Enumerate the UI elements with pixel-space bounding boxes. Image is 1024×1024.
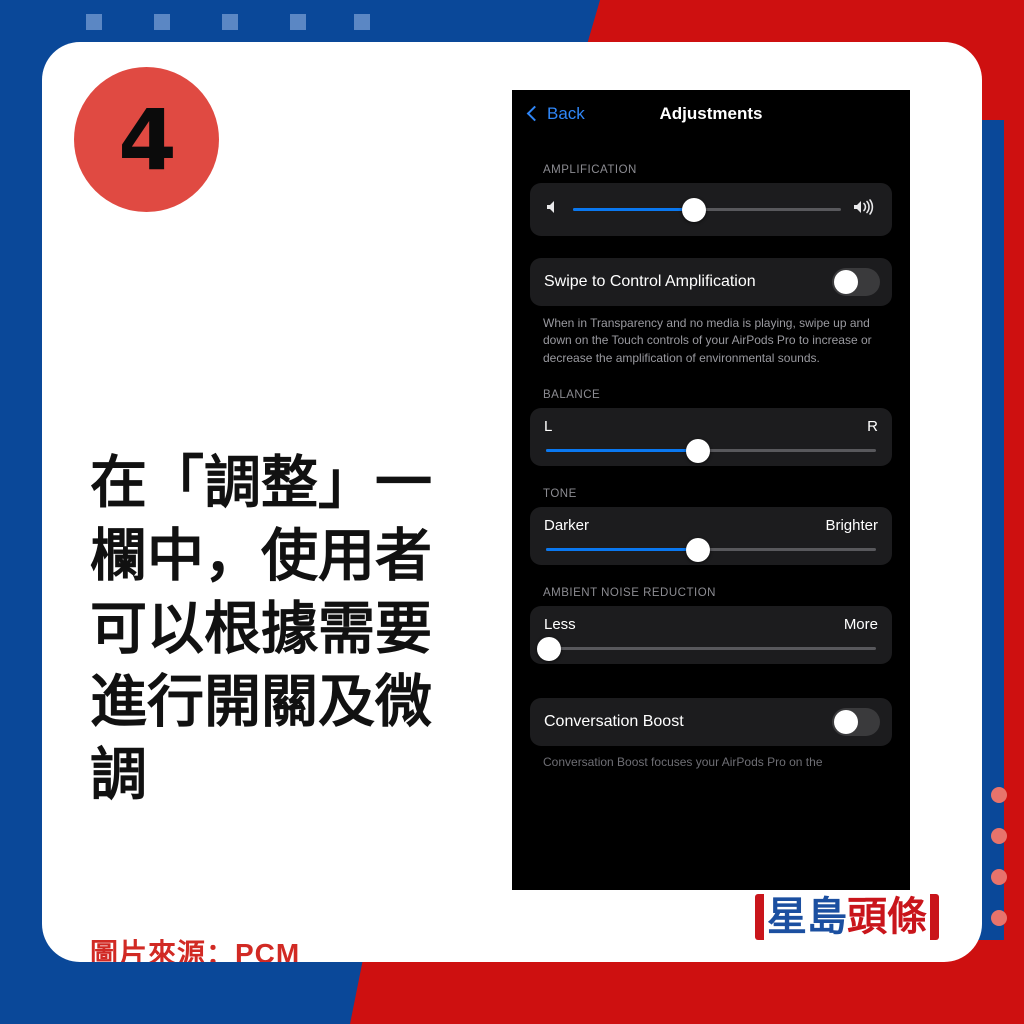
toggle-knob	[834, 270, 858, 294]
caption-text: 在「調整」一欄中，使用者可以根據需要進行開關及微調	[90, 450, 432, 808]
edge-decor-dot-2	[991, 828, 1007, 844]
content-card: 4 在「調整」一欄中，使用者可以根據需要進行開關及微調 圖片來源：PCM 星島 …	[42, 42, 982, 962]
amplification-slider-track[interactable]	[573, 197, 841, 222]
balance-slider-fill	[546, 449, 698, 453]
swipe-amplification-row[interactable]: Swipe to Control Amplification	[530, 258, 892, 306]
tone-slider-track[interactable]	[546, 537, 876, 562]
tone-endpoint-labels: Darker Brighter	[544, 517, 878, 534]
ambient-noise-panel: Less More	[530, 606, 892, 665]
amplification-panel	[530, 183, 892, 236]
edge-decor-dot-3	[991, 869, 1007, 885]
top-decor-square-4	[290, 14, 306, 30]
toggle-knob	[834, 710, 858, 735]
section-label-balance: BALANCE	[543, 389, 601, 402]
swipe-amplification-panel: Swipe to Control Amplification	[530, 258, 892, 306]
edge-decor-dot-4	[991, 910, 1007, 926]
phone-screen-content: Back Adjustments AMPLIFICATION Swipe to …	[512, 90, 910, 769]
speaker-low-icon	[544, 199, 562, 220]
ambient-right-label: More	[843, 616, 878, 634]
top-decor-strip	[0, 0, 604, 46]
logo-inner: 星島 頭條	[764, 895, 930, 939]
conversation-boost-panel: Conversation Boost	[530, 698, 892, 747]
step-number-label: 4	[118, 90, 176, 189]
amplification-slider-knob[interactable]	[681, 197, 706, 222]
balance-panel: L R	[530, 408, 892, 467]
tone-left-label: Darker	[544, 517, 590, 535]
tone-right-label: Brighter	[825, 517, 878, 535]
balance-slider-knob[interactable]	[685, 438, 710, 463]
balance-right-label: R	[867, 418, 878, 436]
top-decor-square-3	[222, 14, 238, 30]
edge-decor-dot-1	[991, 787, 1007, 803]
swipe-amplification-description: When in Transparency and no media is pla…	[543, 316, 872, 365]
section-label-tone: TONE	[543, 488, 577, 501]
logo-text-headline: 頭條	[847, 894, 927, 940]
navigation-bar: Back Adjustments	[512, 90, 910, 142]
speaker-high-icon	[852, 199, 878, 220]
conversation-boost-row[interactable]: Conversation Boost	[530, 698, 892, 746]
top-decor-square-1	[86, 14, 102, 30]
ambient-slider-track[interactable]	[537, 636, 876, 661]
section-label-amplification: AMPLIFICATION	[543, 164, 637, 176]
logo-bracket-right	[930, 894, 939, 940]
ambient-left-label: Less	[544, 616, 576, 634]
logo-bracket-left	[755, 894, 764, 940]
step-number-badge: 4	[74, 67, 219, 212]
conversation-boost-label: Conversation Boost	[544, 713, 684, 731]
swipe-amplification-label: Swipe to Control Amplification	[544, 273, 756, 290]
ambient-slider-knob[interactable]	[537, 636, 562, 661]
ambient-endpoint-labels: Less More	[544, 616, 878, 633]
top-decor-square-2	[154, 14, 170, 30]
page-title: Adjustments	[659, 104, 763, 123]
amplification-slider-fill	[573, 208, 694, 211]
balance-slider-track[interactable]	[546, 438, 876, 463]
amplification-slider-row[interactable]	[530, 183, 892, 236]
section-label-ambient-noise-reduction: AMBIENT NOISE REDUCTION	[543, 587, 716, 600]
tone-slider-knob[interactable]	[685, 537, 710, 562]
top-decor-square-5	[354, 14, 370, 30]
tone-slider-fill	[546, 548, 698, 552]
conversation-boost-toggle[interactable]	[832, 708, 880, 737]
phone-screenshot: Back Adjustments AMPLIFICATION Swipe to …	[512, 90, 910, 890]
conversation-boost-description: Conversation Boost focuses your AirPods …	[543, 755, 823, 770]
sing-tao-headline-logo: 星島 頭條	[755, 894, 939, 940]
balance-endpoint-labels: L R	[544, 418, 878, 435]
image-source-credit: 圖片來源：PCM	[90, 938, 301, 962]
tone-panel: Darker Brighter	[530, 507, 892, 566]
logo-text-singtao: 星島	[767, 894, 847, 940]
swipe-amplification-toggle[interactable]	[832, 268, 880, 296]
balance-left-label: L	[544, 418, 553, 436]
